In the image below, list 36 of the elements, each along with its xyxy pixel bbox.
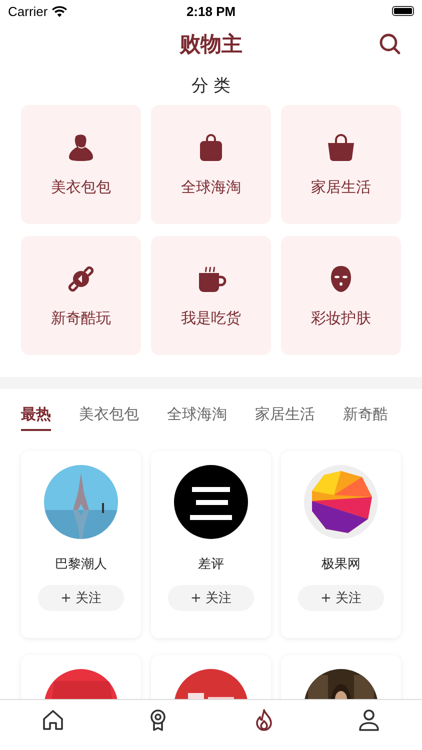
category-tab[interactable]: 美衣包包 — [79, 405, 139, 431]
account-card[interactable]: 差评 + 关注 — [151, 451, 271, 638]
carrier-label: Carrier — [8, 4, 48, 18]
battery-icon — [392, 6, 414, 16]
search-icon[interactable] — [378, 32, 402, 56]
category-tab[interactable]: 家居生活 — [255, 405, 315, 431]
account-card[interactable]: 极果网 + 关注 — [281, 451, 401, 638]
account-card[interactable]: 巴黎潮人 + 关注 — [21, 451, 141, 638]
wifi-icon — [52, 6, 67, 16]
account-name: 巴黎潮人 — [55, 556, 107, 573]
category-label: 美衣包包 — [51, 178, 111, 197]
category-tile[interactable]: 彩妆护肤 — [281, 236, 401, 355]
clock-time: 2:18 PM — [186, 4, 236, 18]
follow-button[interactable]: + 关注 — [168, 585, 254, 611]
category-label: 新奇酷玩 — [51, 309, 111, 328]
basket-icon — [325, 132, 357, 164]
category-tab[interactable]: 全球海淘 — [167, 405, 227, 431]
follow-button[interactable]: + 关注 — [38, 585, 124, 611]
category-tile[interactable]: 我是吃货 — [151, 236, 271, 355]
section-title: 分 类 — [190, 75, 232, 98]
follow-button[interactable]: + 关注 — [298, 585, 384, 611]
category-tile[interactable]: 全球海淘 — [151, 105, 271, 224]
category-label: 彩妆护肤 — [311, 309, 371, 328]
category-tile[interactable]: 美衣包包 — [21, 105, 141, 224]
home-icon[interactable] — [40, 708, 65, 732]
category-label: 我是吃货 — [181, 309, 241, 328]
category-tab[interactable]: 最热 — [21, 405, 51, 431]
app-title: 败物主 — [180, 31, 242, 58]
category-label: 家居生活 — [311, 178, 371, 197]
category-label: 全球海淘 — [181, 178, 241, 197]
category-tab[interactable]: 新奇酷 — [343, 405, 388, 431]
person-icon[interactable] — [357, 708, 382, 732]
account-name: 极果网 — [322, 556, 360, 573]
category-tile[interactable]: 新奇酷玩 — [21, 236, 141, 355]
account-name: 差评 — [198, 556, 224, 573]
category-tile[interactable]: 家居生活 — [281, 105, 401, 224]
